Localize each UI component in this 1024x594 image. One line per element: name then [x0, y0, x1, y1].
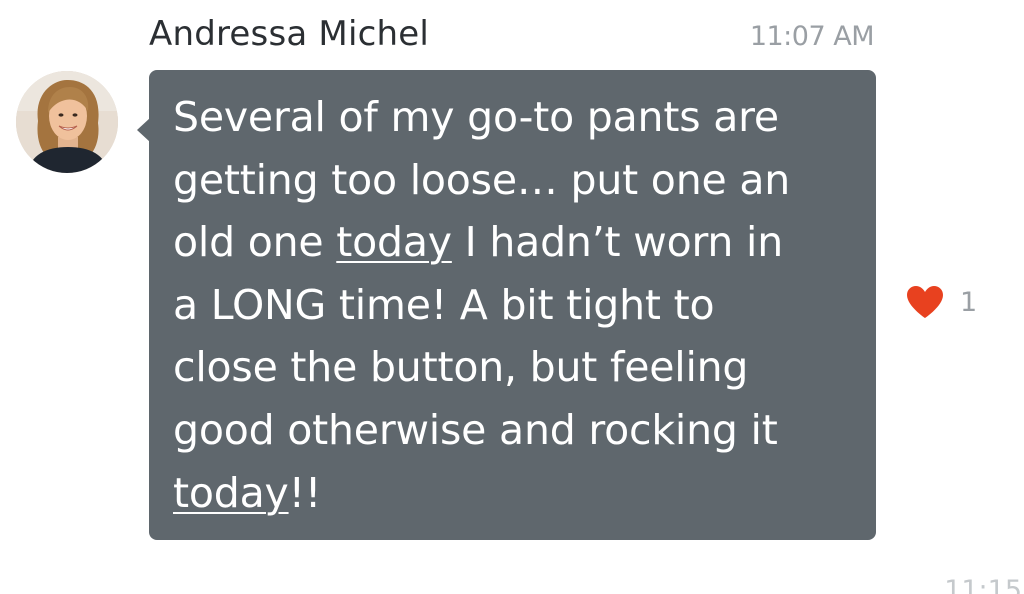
- message-line: Several of my go-to pants are: [173, 86, 856, 149]
- message-text-segment: close the button, but feeling: [173, 343, 749, 392]
- message-line: good otherwise and rocking it: [173, 399, 856, 462]
- message-bubble[interactable]: Several of my go-to pants are getting to…: [137, 70, 876, 540]
- profile-photo-image: [16, 71, 118, 173]
- message-line: close the button, but feeling: [173, 336, 856, 399]
- message-text-segment: I hadn’t worn in: [451, 218, 784, 267]
- message-line: a LONG time! A bit tight to: [173, 274, 856, 337]
- message-line: getting too loose… put one an: [173, 149, 856, 212]
- message-line: old one today I hadn’t worn in: [173, 211, 856, 274]
- sender-name: Andressa Michel: [149, 14, 429, 54]
- reaction-count: 1: [960, 286, 978, 318]
- reaction[interactable]: 1: [906, 285, 977, 319]
- message-text-segment: a LONG time! A bit tight to: [173, 280, 715, 329]
- message-timestamp: 11:07 AM: [749, 21, 875, 52]
- message-text-segment: !!: [288, 468, 322, 517]
- message-text: Several of my go-to pants are getting to…: [173, 86, 856, 524]
- bubble-tail: [137, 118, 150, 142]
- message-text-segment: good otherwise and rocking it: [173, 405, 778, 454]
- underlined-word: today: [173, 468, 289, 517]
- message-line: today!!: [173, 462, 856, 525]
- avatar[interactable]: [16, 71, 118, 173]
- message-text-segment: getting too loose… put one an: [173, 155, 791, 204]
- next-message-timestamp: 11:15: [944, 575, 1022, 594]
- message-text-segment: Several of my go-to pants are: [173, 93, 779, 141]
- underlined-word: today: [336, 218, 452, 267]
- message-text-segment: old one: [173, 218, 337, 267]
- heart-icon[interactable]: [906, 285, 944, 319]
